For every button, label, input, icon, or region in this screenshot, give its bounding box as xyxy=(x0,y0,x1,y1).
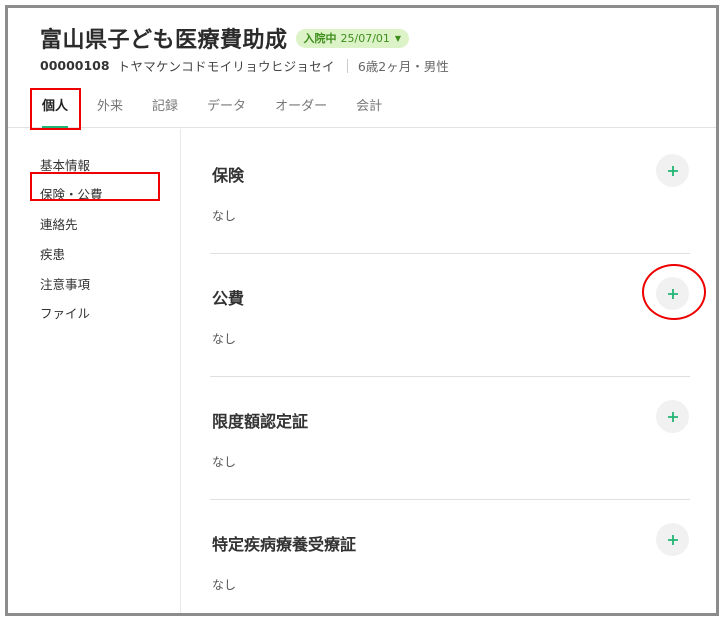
page-title: 富山県子ども医療費助成 xyxy=(40,28,288,53)
status-badge-date: 25/07/01 xyxy=(340,31,390,45)
add-insurance-button[interactable] xyxy=(656,154,689,187)
sidebar-item-notes[interactable]: 注意事項 xyxy=(40,274,90,293)
sidebar-item-basic-info[interactable]: 基本情報 xyxy=(40,155,90,174)
app-frame: 富山県子ども医療費助成 入院中 25/07/01 ▼ 00000108 トヤマケ… xyxy=(5,5,719,616)
section-empty-text: なし xyxy=(212,578,237,592)
title-row: 富山県子ども医療費助成 入院中 25/07/01 ▼ xyxy=(40,22,410,54)
sidebar: 基本情報 保険・公費 連絡先 疾患 注意事項 ファイル xyxy=(8,129,181,613)
patient-id: 00000108 xyxy=(40,58,110,73)
section-title: 限度額認定証 xyxy=(212,412,309,431)
section-title: 公費 xyxy=(212,289,245,308)
status-badge[interactable]: 入院中 25/07/01 ▼ xyxy=(295,28,410,48)
plus-icon xyxy=(667,165,678,176)
patient-info-row: 00000108 トヤマケンコドモイリョウヒジョセイ 6歳2ヶ月・男性 xyxy=(40,56,449,75)
patient-name-kana: トヤマケンコドモイリョウヒジョセイ xyxy=(117,59,335,74)
tab-personal[interactable]: 個人 xyxy=(32,91,78,128)
section-title: 保険 xyxy=(212,166,245,185)
add-public-expense-button[interactable] xyxy=(656,277,689,310)
tab-billing[interactable]: 会計 xyxy=(346,91,392,128)
section-divider xyxy=(210,253,690,254)
add-limit-certificate-button[interactable] xyxy=(656,400,689,433)
divider xyxy=(346,58,348,73)
patient-age-gender: 6歳2ヶ月・男性 xyxy=(357,59,449,74)
plus-icon xyxy=(667,288,678,299)
tab-data[interactable]: データ xyxy=(197,91,256,128)
section-empty-text: なし xyxy=(212,455,237,469)
section-empty-text: なし xyxy=(212,332,237,346)
sidebar-item-insurance-public[interactable]: 保険・公費 xyxy=(40,184,103,203)
tab-records[interactable]: 記録 xyxy=(142,91,188,128)
section-title: 特定疾病療養受療証 xyxy=(212,535,357,554)
section-divider xyxy=(210,499,690,500)
plus-icon xyxy=(667,411,678,422)
tab-orders[interactable]: オーダー xyxy=(265,91,337,128)
plus-icon xyxy=(667,534,678,545)
section-divider xyxy=(210,376,690,377)
status-badge-label: 入院中 xyxy=(303,32,337,45)
sidebar-item-contact[interactable]: 連絡先 xyxy=(40,214,78,233)
section-empty-text: なし xyxy=(212,209,237,223)
patient-header: 富山県子ども医療費助成 入院中 25/07/01 ▼ 00000108 トヤマケ… xyxy=(8,8,716,128)
tab-bar: 個人 外来 記録 データ オーダー 会計 xyxy=(32,91,401,128)
caret-down-icon: ▼ xyxy=(394,33,402,43)
add-specified-disease-button[interactable] xyxy=(656,523,689,556)
tab-outpatient[interactable]: 外来 xyxy=(87,91,133,128)
sidebar-item-disease[interactable]: 疾患 xyxy=(40,244,65,263)
sidebar-item-files[interactable]: ファイル xyxy=(40,303,90,322)
